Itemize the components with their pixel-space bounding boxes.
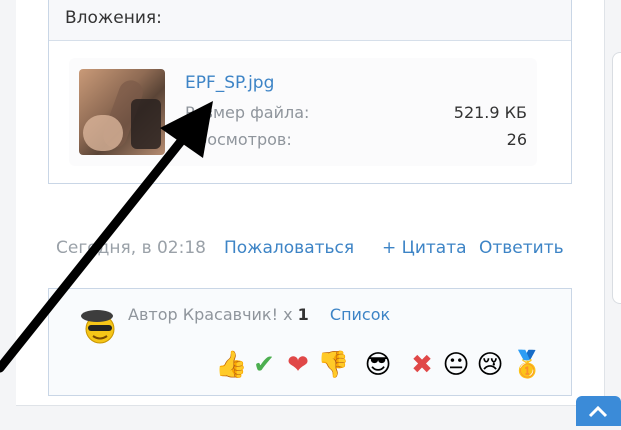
attachment-item: EPF_SP.jpg Размер файла: 521.9 КБ Просмо… — [69, 58, 537, 166]
neutral-face-icon[interactable]: 😐 — [441, 349, 471, 381]
heart-icon[interactable]: ❤ — [283, 349, 313, 381]
cool-smiley-reaction-icon[interactable]: 😎 — [363, 349, 393, 381]
sidebar-edge — [612, 52, 621, 304]
reactions-list-link[interactable]: Список — [330, 305, 390, 324]
reply-link[interactable]: Ответить — [479, 238, 564, 258]
attachments-title: Вложения: — [65, 8, 162, 28]
reactions-label: Автор Красавчик! x — [128, 305, 293, 324]
post-date: Сегодня, в 02:18 — [56, 238, 206, 258]
reactions-summary: Автор Красавчик! x 1 Список — [128, 305, 390, 324]
checkmark-icon[interactable]: ✔ — [249, 349, 279, 381]
file-size-label: Размер файла: — [185, 103, 310, 122]
quote-link[interactable]: + Цитата — [382, 238, 467, 258]
cross-icon[interactable]: ✖ — [407, 349, 437, 381]
reactions-count: 1 — [297, 305, 309, 324]
attachment-thumbnail[interactable] — [79, 69, 165, 155]
attachments-header: Вложения: — [49, 0, 571, 41]
thumbs-down-icon[interactable]: 👎 — [317, 349, 349, 381]
file-size-value: 521.9 КБ — [453, 103, 527, 122]
sad-face-icon[interactable]: 😢 — [475, 349, 505, 381]
cool-smiley-icon — [81, 310, 115, 344]
views-label: Просмотров: — [185, 130, 292, 149]
medal-icon[interactable]: 🥇 — [511, 349, 543, 381]
views-value: 26 — [506, 130, 527, 149]
attachments-panel: Вложения: EPF_SP.jpg Размер файла: 521.9… — [48, 0, 572, 184]
attachment-filename-link[interactable]: EPF_SP.jpg — [185, 73, 274, 93]
report-link[interactable]: Пожаловаться — [224, 238, 354, 258]
thumbs-up-icon[interactable]: 👍 — [215, 349, 247, 381]
reactions-panel: Автор Красавчик! x 1 Список 👍 ✔ ❤ 👎 😎 ✖ … — [48, 288, 572, 396]
chevron-up-icon — [588, 405, 608, 418]
scroll-to-top-button[interactable] — [576, 396, 621, 426]
